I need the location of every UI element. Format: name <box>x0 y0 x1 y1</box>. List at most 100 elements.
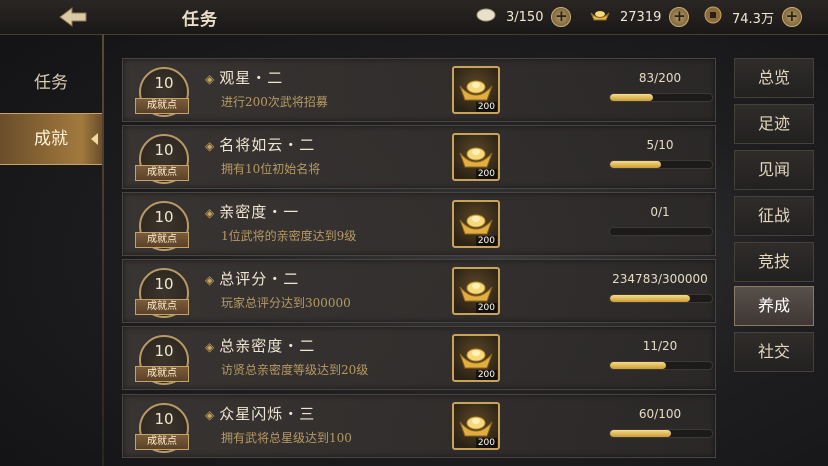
points-label: 成就点 <box>135 434 189 450</box>
points-label: 成就点 <box>135 366 189 382</box>
progress-fill <box>610 94 653 101</box>
reward-gold-ingot[interactable]: 200 <box>452 200 500 248</box>
progress-bar <box>609 93 713 102</box>
tab-knowledge[interactable]: 见闻 <box>734 150 814 190</box>
progress-bar <box>609 361 713 370</box>
reward-amount: 200 <box>475 102 497 112</box>
points-value: 10 <box>154 208 174 226</box>
diamond-bullet-icon: ◈ <box>205 340 216 354</box>
achievement-name: ◈ 总评分・二 <box>205 268 299 289</box>
reward-gold-ingot[interactable]: 200 <box>452 334 500 382</box>
points-value: 10 <box>154 275 174 293</box>
resource-coin: 74.3万 + <box>704 6 802 27</box>
tab-label: 征战 <box>757 206 790 225</box>
diamond-bullet-icon: ◈ <box>205 273 216 287</box>
resource-egg: 3/150 + <box>476 7 572 27</box>
achievement-description: 进行200次武将招募 <box>221 95 328 109</box>
reward-gold-ingot[interactable]: 200 <box>452 133 500 181</box>
page-title: 任务 <box>182 10 218 30</box>
achievement-name: ◈ 总亲密度・二 <box>205 335 315 356</box>
achievement-name: ◈ 众星闪烁・三 <box>205 403 315 424</box>
points-value: 10 <box>154 141 174 159</box>
achievement-points-badge: 10 成就点 <box>135 134 189 184</box>
progress-text: 0/1 <box>650 205 670 219</box>
points-value: 10 <box>154 410 174 428</box>
add-egg-button[interactable]: + <box>551 7 572 27</box>
achievement-row: 10 成就点 ◈ 名将如云・二 拥有10位初始名将 200 5/10 <box>122 125 716 189</box>
achievement-row: 10 成就点 ◈ 总评分・二 玩家总评分达到300000 200 234783/3… <box>122 259 716 323</box>
progress-fill <box>610 161 661 168</box>
top-bar: 任务 3/150 + 27319 + 74.3万 + <box>0 0 828 35</box>
achievement-row: 10 成就点 ◈ 亲密度・一 1位武将的亲密度达到9级 200 0/1 <box>122 192 716 256</box>
achievement-points-badge: 10 成就点 <box>135 403 189 453</box>
resource-value: 3/150 <box>506 9 544 25</box>
achievement-points-badge: 10 成就点 <box>135 335 189 385</box>
tab-campaign[interactable]: 征战 <box>734 196 814 236</box>
add-coin-button[interactable]: + <box>781 7 802 27</box>
tab-achievements[interactable]: 成就 <box>0 113 102 165</box>
progress-bar <box>609 160 713 169</box>
reward-gold-ingot[interactable]: 200 <box>452 267 500 315</box>
reward-amount: 200 <box>475 438 497 448</box>
progress-fill <box>610 362 667 369</box>
tab-arena[interactable]: 竞技 <box>734 242 814 282</box>
tab-overview[interactable]: 总览 <box>734 58 814 98</box>
resource-gold: 27319 + <box>590 7 690 27</box>
divider <box>102 34 104 466</box>
diamond-bullet-icon: ◈ <box>205 408 216 422</box>
tab-label: 总览 <box>757 68 790 87</box>
achievement-description: 1位武将的亲密度达到9级 <box>221 229 357 243</box>
achievement-title: 名将如云・二 <box>219 136 316 154</box>
points-label: 成就点 <box>135 299 189 315</box>
progress-text: 5/10 <box>646 138 674 152</box>
egg-icon <box>476 8 496 26</box>
achievement-points-badge: 10 成就点 <box>135 67 189 117</box>
achievement-row: 10 成就点 ◈ 观星・二 进行200次武将招募 200 83/200 <box>122 58 716 122</box>
resource-value: 74.3万 <box>732 11 774 27</box>
achievement-name: ◈ 名将如云・二 <box>205 134 315 155</box>
points-value: 10 <box>154 342 174 360</box>
tab-label: 足迹 <box>757 114 790 133</box>
points-label: 成就点 <box>135 165 189 181</box>
tab-footprints[interactable]: 足迹 <box>734 104 814 144</box>
add-gold-button[interactable]: + <box>669 7 690 27</box>
tab-label: 竞技 <box>757 252 790 271</box>
gold-ingot-icon <box>590 8 610 26</box>
tab-development[interactable]: 养成 <box>734 286 814 326</box>
points-label: 成就点 <box>135 232 189 248</box>
tab-label: 养成 <box>757 296 790 315</box>
achievement-title: 众星闪烁・三 <box>219 405 316 423</box>
tab-label: 任务 <box>34 73 68 93</box>
reward-gold-ingot[interactable]: 200 <box>452 66 500 114</box>
achievement-points-badge: 10 成就点 <box>135 201 189 251</box>
tab-label: 见闻 <box>757 160 790 179</box>
achievement-name: ◈ 观星・二 <box>205 67 283 88</box>
back-arrow-icon[interactable] <box>56 4 90 30</box>
tab-tasks[interactable]: 任务 <box>0 58 102 108</box>
progress-bar <box>609 429 713 438</box>
progress-bar <box>609 227 713 236</box>
reward-amount: 200 <box>475 303 497 313</box>
diamond-bullet-icon: ◈ <box>205 139 216 153</box>
achievement-title: 亲密度・一 <box>219 203 300 221</box>
achievement-row: 10 成就点 ◈ 众星闪烁・三 拥有武将总星级达到100 200 60/100 <box>122 394 716 458</box>
achievement-name: ◈ 亲密度・一 <box>205 201 299 222</box>
reward-amount: 200 <box>475 236 497 246</box>
reward-gold-ingot[interactable]: 200 <box>452 402 500 450</box>
tab-social[interactable]: 社交 <box>734 332 814 372</box>
achievement-title: 总亲密度・二 <box>219 337 316 355</box>
progress-bar <box>609 294 713 303</box>
achievement-row: 10 成就点 ◈ 总亲密度・二 访贤总亲密度等级达到20级 200 11/20 <box>122 326 716 390</box>
progress-text: 60/100 <box>638 407 682 421</box>
diamond-bullet-icon: ◈ <box>205 72 216 86</box>
achievement-description: 访贤总亲密度等级达到20级 <box>221 363 369 377</box>
tab-label: 成就 <box>34 129 68 149</box>
points-label: 成就点 <box>135 98 189 114</box>
achievement-points-badge: 10 成就点 <box>135 268 189 318</box>
points-value: 10 <box>154 74 174 92</box>
achievement-description: 拥有10位初始名将 <box>221 162 321 176</box>
resource-value: 27319 <box>620 9 662 25</box>
progress-text: 234783/300000 <box>612 272 708 286</box>
achievement-title: 总评分・二 <box>219 270 300 288</box>
progress-fill <box>610 430 672 437</box>
